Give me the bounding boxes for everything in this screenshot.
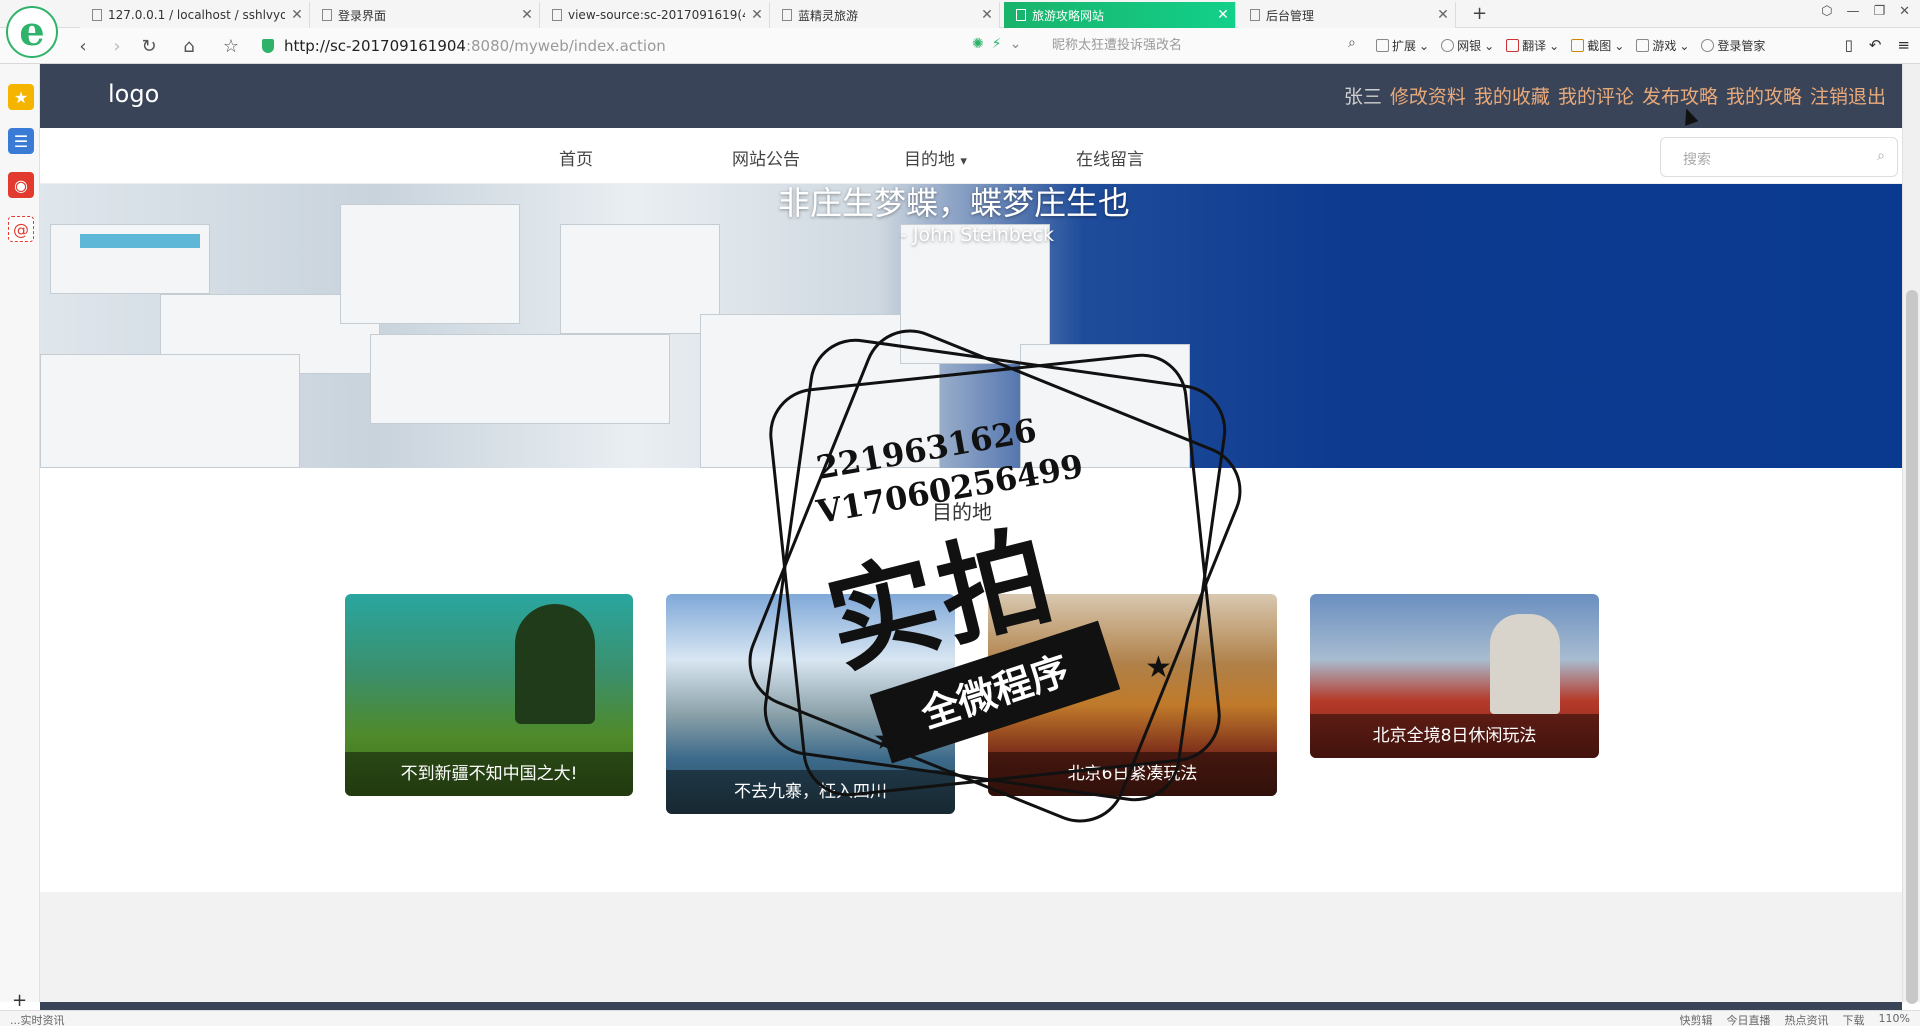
search-icon[interactable]: ⌕: [1877, 148, 1885, 164]
nav-guestbook[interactable]: 在线留言: [1076, 145, 1144, 170]
footer-area: [40, 892, 1902, 1002]
page-scrollbar[interactable]: [1902, 64, 1920, 1004]
browser-tab[interactable]: view-source:sc-2017091619(4 ✕: [540, 2, 770, 28]
close-icon[interactable]: ✕: [515, 7, 539, 23]
my-comments-link[interactable]: 我的评论: [1558, 82, 1634, 109]
reading-list-icon[interactable]: ☰: [8, 128, 34, 154]
document-icon: [552, 9, 562, 21]
nav-home[interactable]: 首页: [559, 145, 593, 170]
close-icon[interactable]: ✕: [285, 7, 309, 23]
hero-banner: 非庄生梦蝶，蝶梦庄生也 - John Steinbeck: [40, 184, 1902, 468]
forward-button[interactable]: ›: [106, 36, 128, 57]
chevron-down-icon: ▾: [960, 154, 967, 169]
favorites-star-icon[interactable]: ★: [8, 84, 34, 110]
toolbar-games[interactable]: 游戏 ⌄: [1636, 37, 1689, 54]
close-icon[interactable]: ✕: [1431, 7, 1455, 23]
banner-quote: 非庄生梦蝶，蝶梦庄生也: [778, 184, 1131, 222]
close-window-button[interactable]: ✕: [1899, 4, 1910, 19]
logout-link[interactable]: 注销退出: [1810, 82, 1886, 109]
close-icon[interactable]: ✕: [975, 7, 999, 23]
dropdown-icon[interactable]: ⌄: [1010, 36, 1022, 52]
toolbar-bank[interactable]: 网银 ⌄: [1441, 37, 1494, 54]
destination-card[interactable]: 不去九寨，枉入四川: [666, 594, 955, 814]
toolbar-login-manager[interactable]: 登录管家: [1701, 37, 1765, 54]
my-favorites-link[interactable]: 我的收藏: [1474, 82, 1550, 109]
user-nav: 张三 修改资料 我的收藏 我的评论 发布攻略 我的攻略 注销退出: [1344, 82, 1886, 109]
favorite-star-icon[interactable]: ☆: [220, 36, 242, 57]
address-toolbar: ‹ › ↻ ⌂ ☆ http://sc-201709161904:8080/my…: [0, 28, 1920, 64]
back-button[interactable]: ‹: [72, 36, 94, 57]
document-icon: [322, 9, 332, 21]
page-footer-bar: [40, 1002, 1902, 1010]
edit-profile-link[interactable]: 修改资料: [1390, 82, 1466, 109]
browser-search-input[interactable]: 昵称太狂遭投诉强改名: [1046, 34, 1366, 58]
toolbar-translate[interactable]: 翻译 ⌄: [1506, 37, 1559, 54]
bookmark-icon[interactable]: ▯: [1845, 36, 1853, 54]
my-guides-link[interactable]: 我的攻略: [1726, 82, 1802, 109]
lightning-icon[interactable]: ⚡: [992, 36, 1002, 52]
minimize-button[interactable]: —: [1846, 4, 1859, 19]
main-nav: 首页 网站公告 目的地 ▾ 在线留言: [40, 128, 1902, 184]
card-caption: 不到新疆不知中国之大!: [345, 752, 633, 796]
browser-tab[interactable]: 蓝精灵旅游 ✕: [770, 2, 1000, 28]
site-logo[interactable]: logo: [108, 80, 159, 108]
banner-author: - John Steinbeck: [900, 224, 1054, 246]
destination-card[interactable]: 北京全境8日休闲玩法: [1310, 594, 1599, 758]
browser-tab[interactable]: 127.0.0.1 / localhost / sshlvyo ✕: [80, 2, 310, 28]
new-tab-button[interactable]: +: [1472, 3, 1487, 24]
scrollbar-thumb[interactable]: [1906, 290, 1918, 1004]
security-shield-icon: [262, 39, 274, 53]
browser-tab-active[interactable]: 旅游攻略网站 ✕: [1004, 2, 1236, 28]
url-field[interactable]: http://sc-201709161904:8080/myweb/index.…: [262, 33, 1032, 59]
username: 张三: [1343, 86, 1382, 108]
address-icons: ✺ ⚡ ⌄: [972, 36, 1021, 52]
browser-tab[interactable]: 后台管理 ✕: [1238, 2, 1456, 28]
browser-tab[interactable]: 登录界面 ✕: [310, 2, 540, 28]
window-controls: ⬡ — ❐ ✕: [1821, 4, 1910, 19]
document-icon: [782, 9, 792, 21]
card-caption: 不去九寨，枉入四川: [666, 770, 955, 814]
menu-icon[interactable]: ≡: [1897, 36, 1910, 54]
destination-card[interactable]: 北京6日紧凑玩法: [988, 594, 1277, 796]
publish-guide-link[interactable]: 发布攻略: [1642, 82, 1718, 109]
close-icon[interactable]: ✕: [745, 7, 769, 23]
card-caption: 北京6日紧凑玩法: [988, 752, 1277, 796]
side-panel: ★ ☰ ◉ @: [0, 64, 40, 1002]
maximize-button[interactable]: ❐: [1873, 4, 1885, 19]
document-icon: [1250, 9, 1260, 21]
site-header: logo 张三 修改资料 我的收藏 我的评论 发布攻略 我的攻略 注销退出: [40, 64, 1902, 128]
nav-announcements[interactable]: 网站公告: [732, 145, 800, 170]
section-title: 目的地: [932, 500, 992, 524]
browser-logo-icon[interactable]: e: [6, 6, 58, 58]
site-search-input[interactable]: 搜索 ⌕: [1660, 137, 1898, 177]
destination-card[interactable]: 不到新疆不知中国之大!: [345, 594, 633, 796]
reload-button[interactable]: ↻: [138, 36, 160, 57]
add-panel-button[interactable]: +: [12, 990, 27, 1011]
skin-icon[interactable]: ⬡: [1821, 4, 1832, 19]
toolbar-screenshot[interactable]: 截图 ⌄: [1571, 37, 1624, 54]
weibo-icon[interactable]: ◉: [8, 172, 34, 198]
close-icon[interactable]: ✕: [1211, 7, 1235, 23]
document-icon: [1016, 9, 1026, 21]
document-icon: [92, 9, 102, 21]
search-icon[interactable]: ⌕: [1348, 35, 1356, 51]
browser-toolbar: 扩展 ⌄ 网银 ⌄ 翻译 ⌄ 截图 ⌄ 游戏 ⌄ 登录管家: [1376, 37, 1765, 54]
nav-destinations[interactable]: 目的地 ▾: [904, 145, 967, 170]
card-caption: 北京全境8日休闲玩法: [1310, 714, 1599, 758]
home-button[interactable]: ⌂: [178, 36, 200, 57]
mail-icon[interactable]: @: [8, 216, 34, 242]
undo-icon[interactable]: ↶: [1869, 36, 1882, 54]
tab-bar: 127.0.0.1 / localhost / sshlvyo ✕ 登录界面 ✕…: [0, 0, 1920, 28]
status-bar: ...实时资讯 快剪辑 今日直播 热点资讯 下载 110%: [0, 1010, 1920, 1027]
toolbar-right: ▯ ↶ ≡: [1845, 36, 1910, 54]
toolbar-extensions[interactable]: 扩展 ⌄: [1376, 37, 1429, 54]
web-page: logo 张三 修改资料 我的收藏 我的评论 发布攻略 我的攻略 注销退出 首页…: [40, 64, 1902, 1002]
speed-icon[interactable]: ✺: [972, 36, 984, 52]
